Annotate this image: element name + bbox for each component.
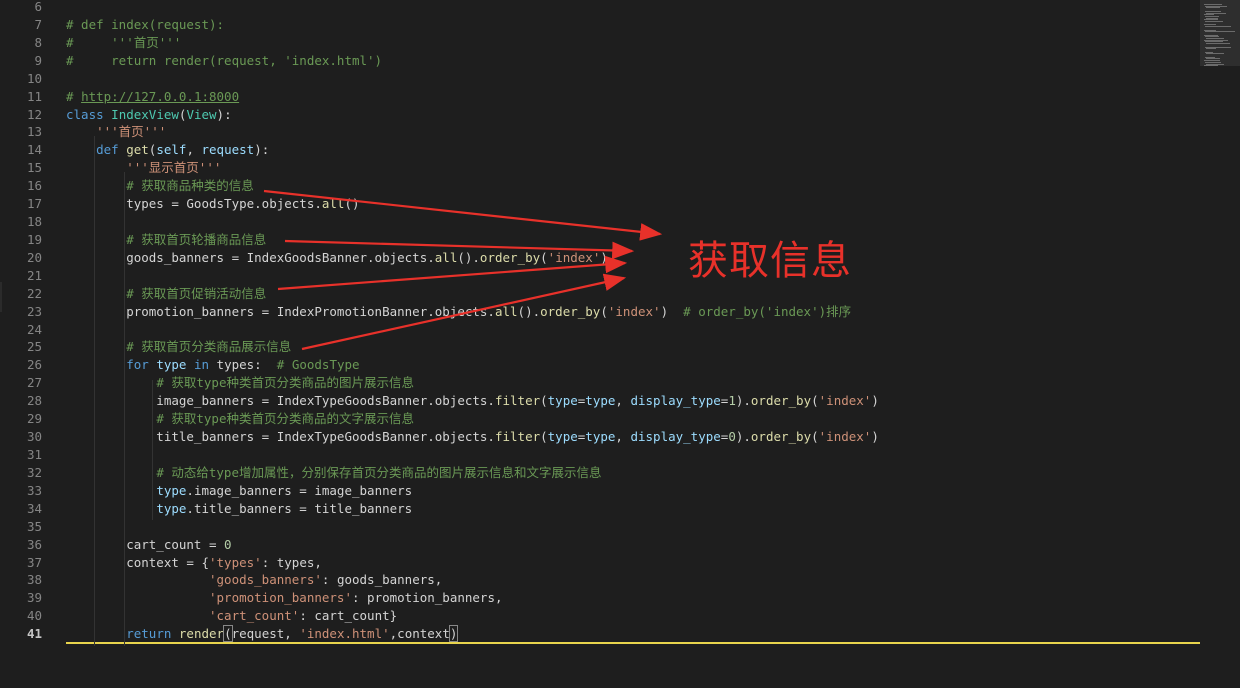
annotation-arrows bbox=[263, 189, 663, 351]
arrow-line bbox=[277, 255, 628, 291]
arrow-line bbox=[263, 189, 663, 241]
arrow-line bbox=[301, 273, 627, 351]
arrow-line bbox=[284, 239, 635, 260]
annotation-label: 获取信息 bbox=[688, 238, 852, 284]
